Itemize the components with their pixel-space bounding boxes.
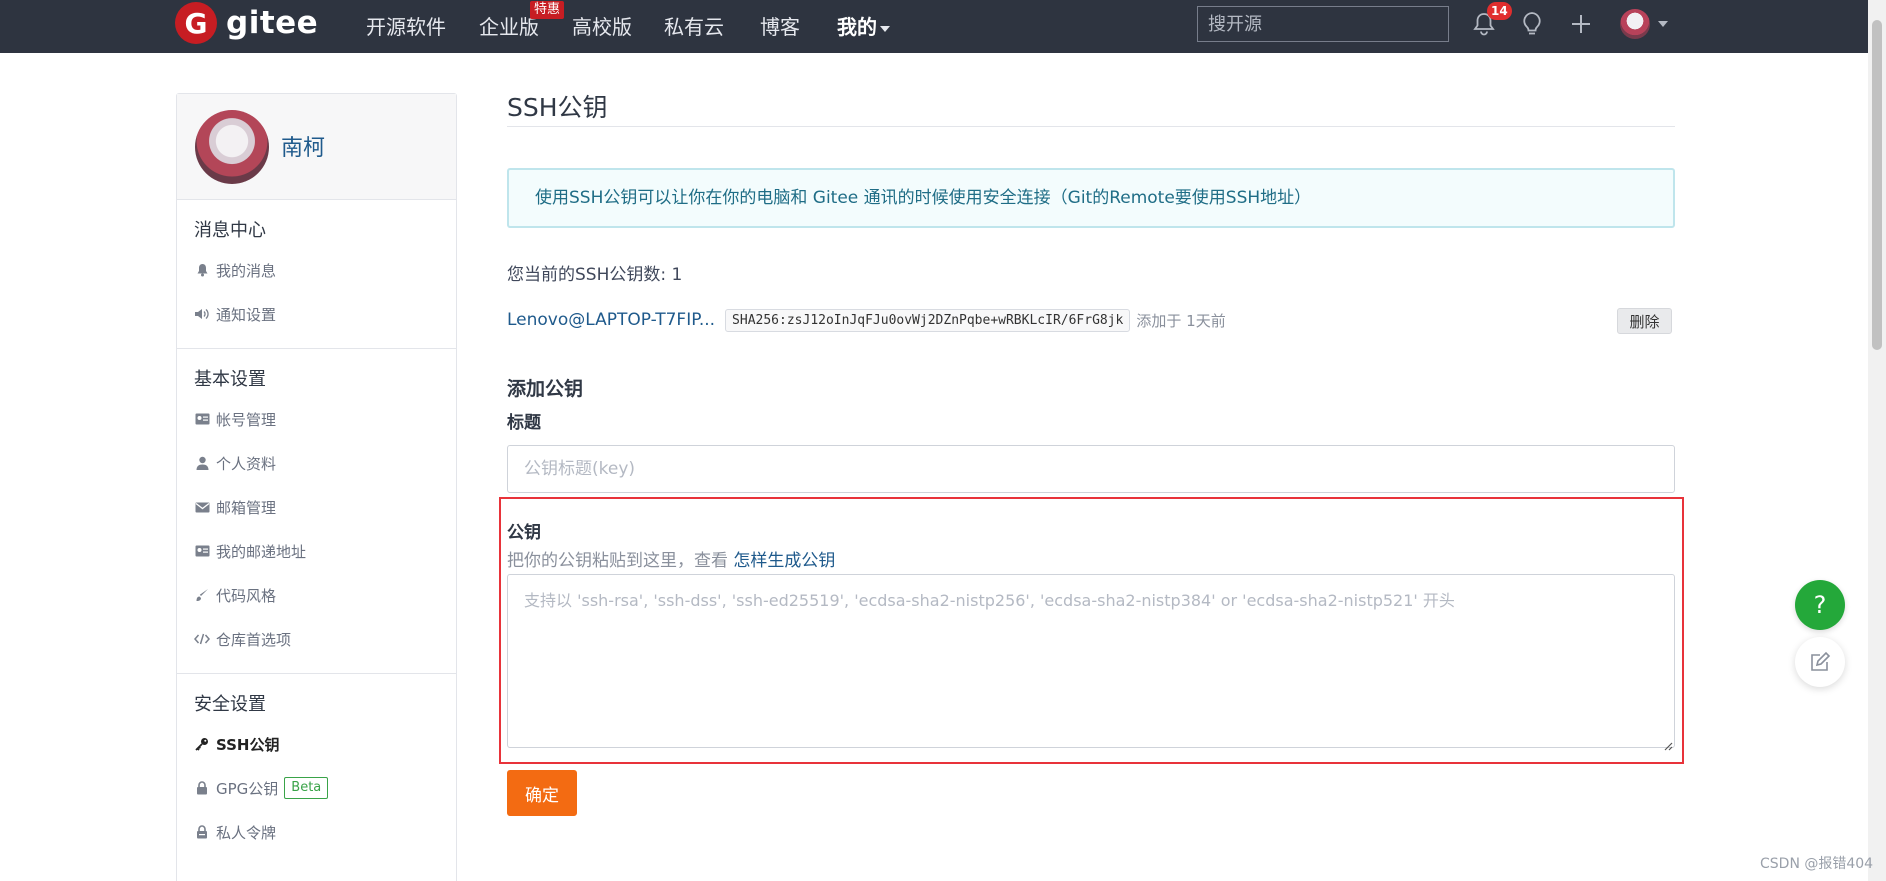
sidebar-item-label: 帐号管理 (216, 410, 277, 429)
sidebar-item-notification-settings[interactable]: 通知设置 (177, 292, 456, 336)
sidebar-item-label: 我的邮递地址 (216, 542, 307, 561)
lightbulb-icon[interactable] (1517, 9, 1547, 39)
textarea-resize-handle-icon[interactable] (1663, 736, 1673, 751)
nav-link-open-source[interactable]: 开源软件 (366, 11, 446, 40)
profile-card: 南柯 (177, 94, 456, 200)
how-to-generate-key-link[interactable]: 怎样生成公钥 (733, 551, 835, 571)
user-avatar-menu[interactable] (1620, 9, 1650, 39)
code-icon (194, 631, 210, 647)
sidebar-section-title: 安全设置 (194, 694, 266, 715)
sidebar-item-label: 仓库首选项 (216, 630, 292, 649)
sidebar-section-basic: 基本设置 帐号管理 个人资料 邮箱管理 我的邮递地址 代码风格 仓库首选项 (177, 349, 456, 674)
nav-mine-label: 我的 (837, 15, 877, 39)
volume-icon (194, 306, 210, 322)
sidebar-item-email[interactable]: 邮箱管理 (177, 485, 456, 529)
title-divider (507, 126, 1675, 127)
ssh-keys-panel: SSH公钥 使用SSH公钥可以让你在你的电脑和 Gitee 通讯的时候使用安全连… (499, 90, 1684, 816)
top-navbar: G gitee 开源软件 企业版 特惠 高校版 私有云 博客 我的 14 (0, 0, 1868, 53)
sidebar-item-repo-preferences[interactable]: 仓库首选项 (177, 617, 456, 661)
page-scrollbar[interactable] (1868, 0, 1886, 881)
sidebar-item-label: 通知设置 (216, 305, 277, 324)
key-field-label: 公钥 (507, 523, 541, 543)
title-field-label: 标题 (507, 413, 541, 433)
profile-username[interactable]: 南柯 (281, 130, 325, 162)
sidebar-item-code-style[interactable]: 代码风格 (177, 573, 456, 617)
key-icon (194, 736, 210, 752)
help-float-button[interactable]: ? (1795, 580, 1845, 630)
sidebar-item-profile[interactable]: 个人资料 (177, 441, 456, 485)
scrollbar-thumb[interactable] (1872, 20, 1882, 350)
sidebar-section-security: 安全设置 SSH公钥 GPG公钥 Beta 私人令牌 (177, 674, 456, 866)
ssh-key-fingerprint: SHA256:zsJ12oInJqFJu0ovWj2DZnPqbe+wRBKLc… (725, 308, 1131, 332)
ssh-key-row: Lenovo@LAPTOP-T7FIP... SHA256:zsJ12oInJq… (507, 306, 1675, 334)
sidebar-section-title: 基本设置 (194, 369, 266, 390)
page-title: SSH公钥 (507, 93, 608, 122)
submit-key-button[interactable]: 确定 (507, 770, 577, 816)
sidebar-section-title: 消息中心 (194, 220, 266, 241)
safe-lock-icon (194, 824, 210, 840)
ssh-key-added-time: 添加于 1天前 (1136, 311, 1226, 330)
lock-icon (194, 780, 210, 796)
id-card-icon (194, 411, 210, 427)
bell-icon (194, 262, 210, 278)
sidebar-item-label: GPG公钥 (216, 779, 279, 798)
ssh-key-title-link[interactable]: Lenovo@LAPTOP-T7FIP... (507, 310, 715, 330)
gitee-logo-icon: G (175, 2, 217, 44)
edit-note-icon (1811, 651, 1831, 671)
nav-link-education[interactable]: 高校版 (572, 11, 632, 40)
public-key-textarea[interactable] (507, 574, 1675, 748)
sidebar-item-label: 私人令牌 (216, 823, 277, 842)
csdn-watermark: CSDN @报错404 (1760, 856, 1874, 872)
sidebar-item-label: 个人资料 (216, 454, 277, 473)
sidebar-item-label: 我的消息 (216, 261, 277, 280)
feedback-float-button[interactable] (1795, 637, 1845, 687)
enterprise-promo-badge: 特惠 (530, 1, 565, 19)
notification-count-badge: 14 (1487, 2, 1512, 20)
add-key-heading: 添加公钥 (507, 378, 584, 400)
info-alert: 使用SSH公钥可以让你在你的电脑和 Gitee 通讯的时候使用安全连接（Git的… (507, 168, 1675, 228)
question-icon: ? (1813, 591, 1827, 619)
ssh-key-count: 您当前的SSH公钥数: 1 (507, 265, 683, 285)
envelope-icon (194, 499, 210, 515)
gitee-logo-text: gitee (226, 5, 319, 41)
avatar-chevron-down-icon[interactable] (1658, 21, 1668, 27)
paintbrush-icon (194, 587, 210, 603)
beta-badge: Beta (284, 777, 329, 799)
sidebar-item-ssh-keys[interactable]: SSH公钥 (177, 722, 456, 766)
sidebar-item-gpg-keys[interactable]: GPG公钥 Beta (177, 766, 456, 810)
sidebar-item-label: 邮箱管理 (216, 498, 277, 517)
plus-icon[interactable] (1566, 9, 1596, 39)
user-icon (194, 455, 210, 471)
key-title-input[interactable] (507, 445, 1675, 493)
nav-mine-dropdown[interactable]: 我的 (837, 11, 890, 40)
key-help-prefix: 把你的公钥粘贴到这里，查看 (507, 551, 734, 571)
sidebar-item-shipping-address[interactable]: 我的邮递地址 (177, 529, 456, 573)
settings-sidebar: 南柯 消息中心 我的消息 通知设置 基本设置 帐号管理 个人资料 邮箱管理 我的… (176, 93, 457, 881)
search-input[interactable] (1197, 6, 1449, 42)
address-card-icon (194, 543, 210, 559)
chevron-down-icon (880, 25, 890, 32)
nav-link-private-cloud[interactable]: 私有云 (664, 11, 724, 40)
key-help-text: 把你的公钥粘贴到这里，查看 怎样生成公钥 (507, 546, 835, 571)
sidebar-item-my-messages[interactable]: 我的消息 (177, 248, 456, 292)
sidebar-item-label: SSH公钥 (216, 735, 280, 754)
sidebar-item-account[interactable]: 帐号管理 (177, 397, 456, 441)
nav-link-blog[interactable]: 博客 (760, 11, 800, 40)
delete-key-button[interactable]: 删除 (1617, 308, 1672, 334)
avatar[interactable] (195, 110, 269, 184)
sidebar-section-messages: 消息中心 我的消息 通知设置 (177, 200, 456, 349)
gitee-logo[interactable]: G gitee (175, 2, 319, 44)
sidebar-item-private-tokens[interactable]: 私人令牌 (177, 810, 456, 854)
sidebar-item-label: 代码风格 (216, 586, 277, 605)
